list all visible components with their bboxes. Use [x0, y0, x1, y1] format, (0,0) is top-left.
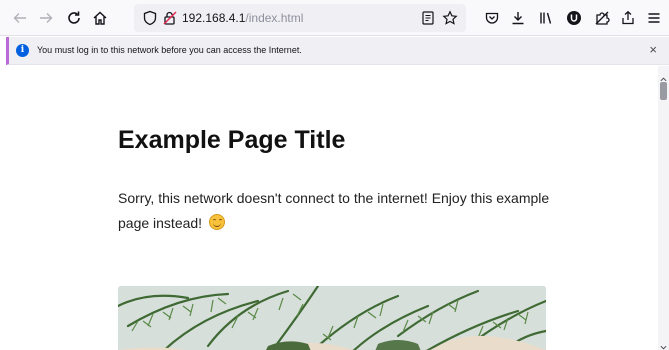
info-icon: i [16, 44, 29, 57]
page-body-text: Sorry, this network doesn't connect to t… [118, 190, 550, 231]
scroll-up-icon[interactable] [660, 70, 667, 82]
page-content: Example Page Title Sorry, this network d… [6, 66, 658, 350]
url-path: /index.html [245, 11, 304, 25]
captive-portal-notification: i You must log in to this network before… [6, 37, 669, 65]
home-icon[interactable] [88, 6, 112, 30]
scroll-thumb[interactable] [660, 82, 667, 100]
url-bar[interactable]: 192.168.4.1/index.html [134, 4, 466, 32]
palm-photo [118, 286, 546, 350]
forward-icon[interactable] [34, 6, 58, 30]
url-text[interactable]: 192.168.4.1/index.html [182, 11, 303, 25]
tracking-protection-icon[interactable] [142, 10, 158, 26]
url-host: 192.168.4.1 [182, 11, 246, 25]
pocket-icon[interactable] [480, 6, 504, 30]
page-paragraph: Sorry, this network doesn't connect to t… [118, 186, 568, 236]
vertical-scrollbar[interactable] [658, 66, 669, 350]
extension-icon[interactable] [590, 6, 614, 30]
connection-icon[interactable] [162, 10, 178, 26]
scroll-down-icon[interactable] [660, 338, 667, 350]
reader-view-icon[interactable] [420, 10, 436, 26]
close-notification-button[interactable]: × [649, 43, 657, 57]
share-icon[interactable] [616, 6, 640, 30]
downloads-icon[interactable] [506, 6, 530, 30]
reload-icon[interactable] [62, 6, 86, 30]
ublock-icon[interactable] [562, 6, 586, 30]
browser-toolbar: 192.168.4.1/index.html [0, 0, 669, 36]
back-icon[interactable] [8, 6, 32, 30]
menu-icon[interactable] [642, 6, 666, 30]
notification-text: You must log in to this network before y… [37, 45, 302, 55]
library-icon[interactable] [534, 6, 558, 30]
smiling-face-emoji [208, 214, 225, 230]
page-title: Example Page Title [118, 126, 346, 154]
bookmark-star-icon[interactable] [442, 10, 458, 26]
